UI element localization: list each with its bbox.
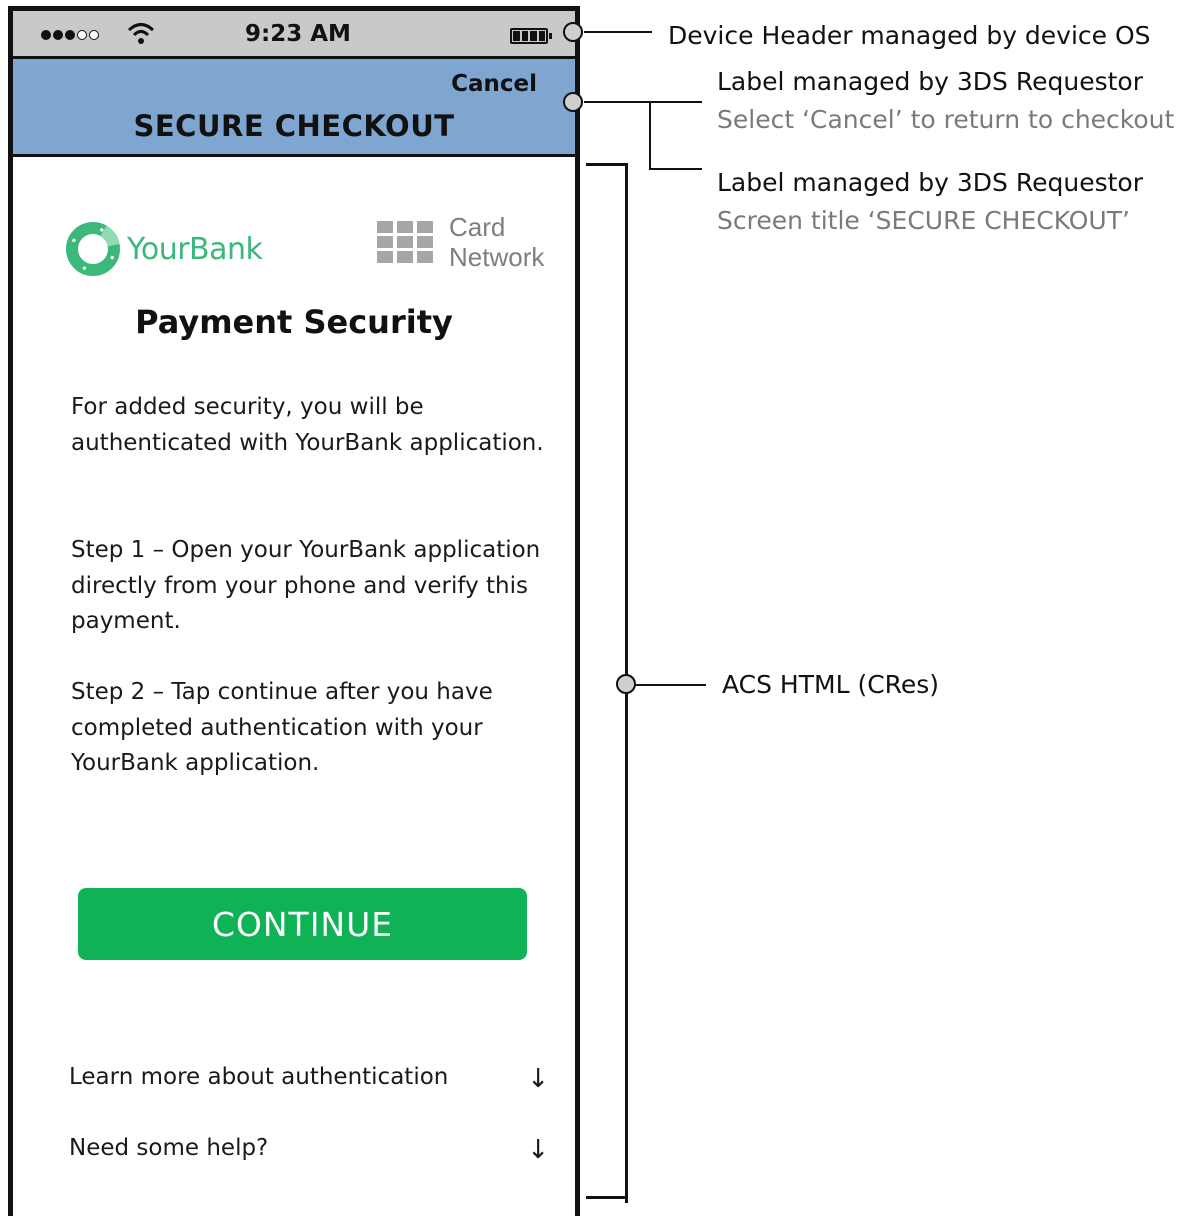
yourbank-logo: YourBank — [63, 219, 263, 279]
phone-mockup: 9:23 AM Cancel SECURE CHECKOUT YourBank … — [8, 6, 580, 1216]
title-label-connector — [649, 168, 702, 170]
cancel-label-annotation-desc: Select ‘Cancel’ to return to checkout — [717, 105, 1175, 134]
yourbank-ring-icon — [66, 222, 120, 276]
device-header-annotation: Device Header managed by device OS — [668, 21, 1151, 50]
title-label-annotation-title: Label managed by 3DS Requestor — [717, 168, 1144, 197]
step2-paragraph: Step 2 – Tap continue after you have com… — [71, 679, 493, 776]
card-network-line1: Card — [449, 212, 506, 242]
title-label-connector-vertical — [649, 101, 651, 170]
need-help-label: Need some help? — [69, 1135, 269, 1161]
card-network-line2: Network — [449, 242, 545, 272]
continue-button[interactable]: CONTINUE — [78, 888, 527, 960]
screen-title: SECURE CHECKOUT — [133, 109, 455, 143]
payment-security-title: Payment Security — [135, 303, 453, 341]
acs-bracket-top — [586, 163, 628, 166]
arrow-down-icon: ↓ — [527, 1064, 549, 1094]
cancel-label-annotation-title: Label managed by 3DS Requestor — [717, 67, 1144, 96]
device-header-connector — [584, 31, 652, 33]
status-time: 9:23 AM — [245, 21, 351, 47]
acs-connector — [630, 684, 706, 686]
acs-marker — [616, 674, 636, 694]
acs-html-annotation: ACS HTML (CRes) — [722, 670, 940, 699]
learn-more-row[interactable]: Learn more about authentication ↓ — [69, 1064, 549, 1094]
acs-bracket-bottom — [586, 1196, 628, 1199]
signal-dots-icon — [41, 30, 99, 40]
title-label-annotation-desc: Screen title ‘SECURE CHECKOUT’ — [717, 206, 1130, 235]
card-network-grid-icon — [377, 221, 433, 263]
bank-name: YourBank — [127, 231, 263, 267]
need-help-row[interactable]: Need some help? ↓ — [69, 1135, 549, 1165]
learn-more-label: Learn more about authentication — [69, 1064, 449, 1090]
device-header-marker — [563, 22, 583, 42]
cancel-label-connector — [584, 101, 702, 103]
card-network-logo: Card Network — [377, 212, 544, 272]
device-status-bar: 9:23 AM — [13, 11, 575, 59]
requestor-nav-bar: Cancel SECURE CHECKOUT — [13, 59, 575, 157]
battery-icon — [510, 28, 552, 44]
nav-label-marker — [563, 92, 583, 112]
cancel-button[interactable]: Cancel — [451, 71, 537, 97]
step1-paragraph: Step 1 – Open your YourBank application … — [71, 537, 541, 634]
wifi-icon — [127, 23, 155, 44]
arrow-down-icon: ↓ — [527, 1135, 549, 1165]
intro-paragraph: For added security, you will be authenti… — [71, 394, 544, 456]
